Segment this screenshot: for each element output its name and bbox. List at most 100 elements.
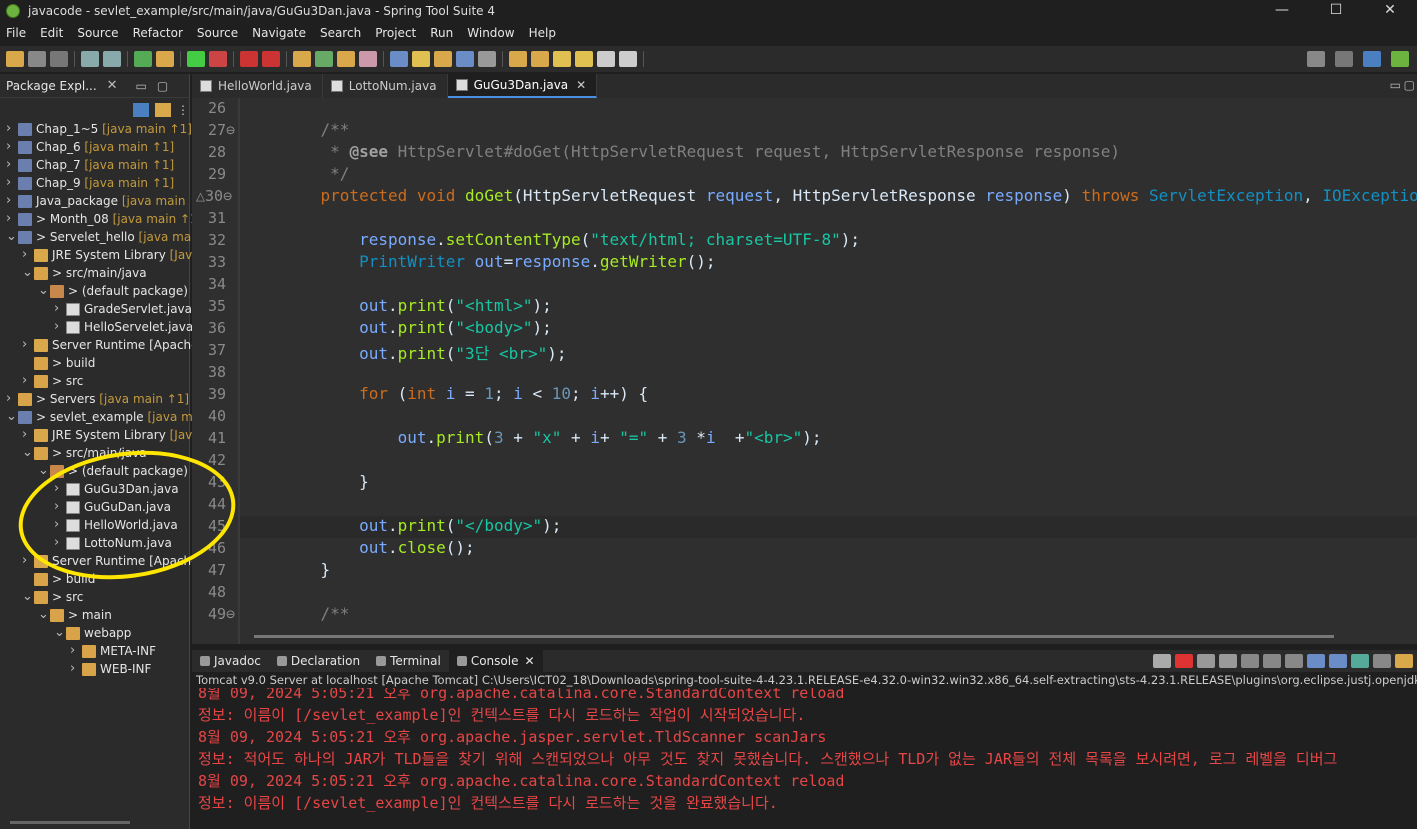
chevron-down-icon[interactable]: ⌄ bbox=[6, 408, 17, 426]
word-wrap-icon[interactable] bbox=[1285, 654, 1303, 668]
toolbar-button-icon[interactable] bbox=[412, 51, 430, 67]
toolbar-button-icon[interactable] bbox=[575, 51, 593, 67]
restart-icon[interactable] bbox=[1153, 654, 1171, 668]
toolbar-button-icon[interactable] bbox=[156, 51, 174, 67]
toolbar-button-icon[interactable] bbox=[81, 51, 99, 67]
tree-item[interactable]: > build bbox=[0, 354, 190, 372]
toolbar-button-icon[interactable] bbox=[456, 51, 474, 67]
menu-run[interactable]: Run bbox=[424, 26, 461, 40]
chevron-down-icon[interactable]: ⌄ bbox=[38, 282, 49, 300]
remove-all-icon[interactable] bbox=[1219, 654, 1237, 668]
chevron-right-icon[interactable]: › bbox=[54, 318, 64, 336]
display-console-icon[interactable] bbox=[1373, 654, 1391, 668]
chevron-right-icon[interactable]: › bbox=[6, 210, 16, 228]
tree-item[interactable]: ⌄ > (default package) bbox=[0, 282, 190, 300]
maximize-button[interactable]: ☐ bbox=[1309, 0, 1363, 22]
editor-tab-gugu3dan[interactable]: GuGu3Dan.java ✕ bbox=[447, 74, 598, 98]
minimize-view-icon[interactable]: ▭ bbox=[136, 79, 147, 93]
terminate-icon[interactable] bbox=[1175, 654, 1193, 668]
toolbar-button-icon[interactable] bbox=[359, 51, 377, 67]
toolbar-button-icon[interactable] bbox=[209, 51, 227, 67]
toolbar-button-icon[interactable] bbox=[28, 51, 46, 67]
console-output[interactable]: 8월 09, 2024 5:05:21 오후 org.apache.catali… bbox=[192, 688, 1417, 829]
chevron-right-icon[interactable]: › bbox=[70, 642, 80, 660]
toolbar-button-icon[interactable] bbox=[6, 51, 24, 67]
menu-project[interactable]: Project bbox=[369, 26, 424, 40]
toolbar-button-icon[interactable] bbox=[187, 51, 205, 67]
tab-terminal[interactable]: Terminal bbox=[368, 650, 449, 672]
editor-tab-helloworld[interactable]: HelloWorld.java bbox=[192, 74, 323, 98]
code-line[interactable]: */ bbox=[282, 164, 349, 183]
chevron-right-icon[interactable]: › bbox=[22, 372, 32, 390]
chevron-down-icon[interactable]: ⌄ bbox=[22, 264, 33, 282]
menu-search[interactable]: Search bbox=[314, 26, 369, 40]
open-console-icon[interactable] bbox=[1395, 654, 1413, 668]
chevron-down-icon[interactable]: ⌄ bbox=[22, 444, 33, 462]
link-with-editor-icon[interactable] bbox=[155, 103, 171, 117]
tree-item[interactable]: › Chap_9 [java main ↑1] bbox=[0, 174, 190, 192]
code-line[interactable]: * @see HttpServlet#doGet(HttpServletRequ… bbox=[282, 142, 1120, 161]
menu-refactor[interactable]: Refactor bbox=[127, 26, 191, 40]
tree-item[interactable]: ⌄ > Servelet_hello [java main bbox=[0, 228, 202, 246]
code-line[interactable]: out.print("<html>"); bbox=[282, 296, 552, 315]
editor-tab-lottonum[interactable]: LottoNum.java bbox=[323, 74, 448, 98]
code-line[interactable]: out.print("</body>"); bbox=[282, 516, 561, 535]
horizontal-scrollbar[interactable] bbox=[10, 821, 130, 824]
show-console-stdout-icon[interactable] bbox=[1307, 654, 1325, 668]
tree-item[interactable]: ⌄ > src/main/java bbox=[0, 264, 190, 282]
toolbar-button-icon[interactable] bbox=[531, 51, 549, 67]
toolbar-button-icon[interactable] bbox=[337, 51, 355, 67]
java-perspective-icon[interactable] bbox=[1363, 51, 1381, 67]
tree-item[interactable]: › GradeServlet.java bbox=[0, 300, 192, 318]
toolbar-button-icon[interactable] bbox=[103, 51, 121, 67]
collapse-all-icon[interactable] bbox=[133, 103, 149, 117]
clear-console-icon[interactable] bbox=[1241, 654, 1259, 668]
toolbar-button-icon[interactable] bbox=[390, 51, 408, 67]
menu-window[interactable]: Window bbox=[461, 26, 522, 40]
tab-declaration[interactable]: Declaration bbox=[269, 650, 368, 672]
code-line[interactable]: out.print("3단 <br>"); bbox=[282, 340, 566, 364]
toolbar-button-icon[interactable] bbox=[50, 51, 68, 67]
scroll-lock-icon[interactable] bbox=[1263, 654, 1281, 668]
code-line[interactable]: PrintWriter out=response.getWriter(); bbox=[282, 252, 715, 271]
menu-help[interactable]: Help bbox=[523, 26, 564, 40]
search-icon[interactable] bbox=[1307, 51, 1325, 67]
menu-file[interactable]: File bbox=[0, 26, 34, 40]
toolbar-button-icon[interactable] bbox=[262, 51, 280, 67]
code-line[interactable]: /** bbox=[282, 604, 350, 623]
editor-horizontal-scrollbar[interactable] bbox=[254, 635, 1334, 638]
close-icon[interactable]: ✕ bbox=[524, 654, 534, 668]
tree-item[interactable]: › META-INF bbox=[0, 642, 190, 660]
tree-item[interactable]: ⌄ > main bbox=[0, 606, 190, 624]
code-line[interactable]: } bbox=[282, 560, 331, 579]
code-line[interactable]: out.print(3 + "x" + i+ "=" + 3 *i +"<br>… bbox=[282, 428, 822, 447]
tree-item[interactable]: ⌄ > src bbox=[0, 588, 190, 606]
code-area[interactable]: /** * @see HttpServlet#doGet(HttpServlet… bbox=[238, 98, 1417, 644]
chevron-down-icon[interactable]: ⌄ bbox=[6, 228, 17, 246]
chevron-right-icon[interactable]: › bbox=[6, 390, 16, 408]
tree-item[interactable]: › Chap_7 [java main ↑1] bbox=[0, 156, 190, 174]
chevron-right-icon[interactable]: › bbox=[54, 300, 64, 318]
tree-item[interactable]: › Chap_6 [java main ↑1] bbox=[0, 138, 190, 156]
code-editor[interactable]: 26 27⊖ 28 29 △30⊖ 31 32 33 34 35 36 37 38 39 40 41 42 43 4… bbox=[192, 98, 1417, 644]
close-icon[interactable]: ✕ bbox=[576, 78, 586, 92]
spring-perspective-icon[interactable] bbox=[1391, 51, 1409, 67]
toolbar-button-icon[interactable] bbox=[293, 51, 311, 67]
toolbar-button-icon[interactable] bbox=[553, 51, 571, 67]
toolbar-button-icon[interactable] bbox=[240, 51, 258, 67]
code-line[interactable]: /** bbox=[282, 120, 350, 139]
tree-item[interactable]: › > Servers [java main ↑1] bbox=[0, 390, 190, 408]
minimize-button[interactable]: — bbox=[1255, 0, 1309, 22]
code-line[interactable]: protected void doGet(HttpServletRequest … bbox=[282, 186, 1417, 205]
chevron-right-icon[interactable]: › bbox=[6, 156, 16, 174]
tree-item[interactable]: › JRE System Library [JavaS bbox=[0, 246, 207, 264]
toolbar-button-icon[interactable] bbox=[509, 51, 527, 67]
chevron-down-icon[interactable]: ⌄ bbox=[22, 588, 33, 606]
toolbar-button-icon[interactable] bbox=[315, 51, 333, 67]
show-console-stderr-icon[interactable] bbox=[1329, 654, 1347, 668]
toolbar-button-icon[interactable] bbox=[478, 51, 496, 67]
tree-item[interactable]: › JRE System Library [JavaS bbox=[0, 426, 207, 444]
chevron-down-icon[interactable]: ⌄ bbox=[38, 462, 49, 480]
menu-source[interactable]: Source bbox=[71, 26, 126, 40]
chevron-right-icon[interactable]: › bbox=[6, 120, 16, 138]
